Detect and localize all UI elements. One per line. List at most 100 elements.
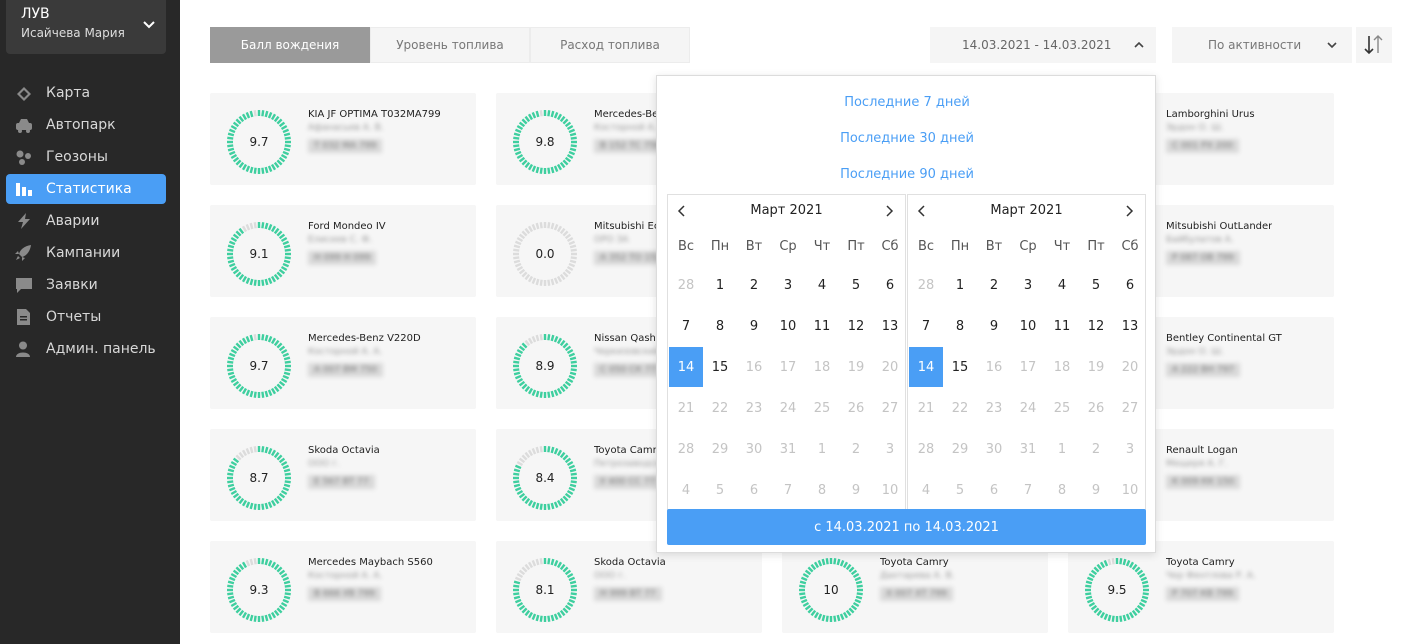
day-cell[interactable]: 22: [703, 388, 737, 428]
day-cell[interactable]: 5: [839, 265, 873, 305]
vehicle-card[interactable]: 9.5 Toyota Camry Чер Фентлова Р. А. Р 707 К…: [1068, 541, 1334, 633]
day-cell[interactable]: 4: [805, 265, 839, 305]
sidebar-item[interactable]: Отчеты: [6, 302, 166, 332]
day-cell[interactable]: 8: [1045, 470, 1079, 510]
day-cell[interactable]: 15: [943, 347, 977, 387]
day-cell[interactable]: 5: [703, 470, 737, 510]
vehicle-card[interactable]: 9.1 Ford Mondeo IV Елисеев С. Ф. Н 099 Н 09…: [210, 205, 476, 297]
day-cell[interactable]: 2: [839, 429, 873, 469]
day-cell[interactable]: 24: [1011, 388, 1045, 428]
sidebar-item[interactable]: Админ. панель: [6, 334, 166, 364]
day-cell[interactable]: 23: [977, 388, 1011, 428]
day-cell[interactable]: 10: [873, 470, 907, 510]
day-cell[interactable]: 13: [873, 306, 907, 346]
sidebar-item[interactable]: Карта: [6, 78, 166, 108]
day-cell[interactable]: 15: [703, 347, 737, 387]
day-cell[interactable]: 1: [1045, 429, 1079, 469]
day-cell[interactable]: 5: [1079, 265, 1113, 305]
day-cell[interactable]: 5: [943, 470, 977, 510]
chevron-left-icon[interactable]: [676, 204, 688, 218]
day-cell[interactable]: 4: [909, 470, 943, 510]
day-cell[interactable]: 18: [805, 347, 839, 387]
day-cell[interactable]: 4: [1045, 265, 1079, 305]
day-cell[interactable]: 1: [943, 265, 977, 305]
day-cell[interactable]: 9: [977, 306, 1011, 346]
vehicle-card[interactable]: 9.7 KIA JF OPTIMA T032MA799 Афанасьев А. В…: [210, 93, 476, 185]
day-cell-selected[interactable]: 14: [669, 347, 703, 387]
vehicle-card[interactable]: 8.1 Skoda Octavia ООО г. Н 999 ВТ 77: [496, 541, 762, 633]
day-cell[interactable]: 3: [1011, 265, 1045, 305]
metric-tab[interactable]: Уровень топлива: [370, 27, 530, 63]
day-cell[interactable]: 27: [1113, 388, 1147, 428]
metric-tab[interactable]: Расход топлива: [530, 27, 690, 63]
day-cell[interactable]: 28: [909, 265, 943, 305]
day-cell[interactable]: 30: [737, 429, 771, 469]
day-cell[interactable]: 11: [1045, 306, 1079, 346]
day-cell[interactable]: 8: [805, 470, 839, 510]
day-cell[interactable]: 28: [669, 265, 703, 305]
sidebar-item[interactable]: Аварии: [6, 206, 166, 236]
day-cell-selected[interactable]: 14: [909, 347, 943, 387]
day-cell[interactable]: 17: [1011, 347, 1045, 387]
day-cell[interactable]: 8: [703, 306, 737, 346]
day-cell[interactable]: 21: [909, 388, 943, 428]
day-cell[interactable]: 21: [669, 388, 703, 428]
day-cell[interactable]: 31: [771, 429, 805, 469]
day-cell[interactable]: 29: [703, 429, 737, 469]
day-cell[interactable]: 1: [805, 429, 839, 469]
chevron-left-icon[interactable]: [916, 204, 928, 218]
day-cell[interactable]: 9: [839, 470, 873, 510]
day-cell[interactable]: 6: [1113, 265, 1147, 305]
day-cell[interactable]: 26: [839, 388, 873, 428]
day-cell[interactable]: 27: [873, 388, 907, 428]
day-cell[interactable]: 2: [977, 265, 1011, 305]
day-cell[interactable]: 7: [1011, 470, 1045, 510]
sidebar-item[interactable]: Кампании: [6, 238, 166, 268]
day-cell[interactable]: 4: [669, 470, 703, 510]
metric-tab[interactable]: Балл вождения: [210, 27, 370, 63]
day-cell[interactable]: 2: [1079, 429, 1113, 469]
day-cell[interactable]: 20: [873, 347, 907, 387]
day-cell[interactable]: 19: [1079, 347, 1113, 387]
day-cell[interactable]: 11: [805, 306, 839, 346]
day-cell[interactable]: 10: [1113, 470, 1147, 510]
day-cell[interactable]: 7: [771, 470, 805, 510]
day-cell[interactable]: 6: [977, 470, 1011, 510]
vehicle-card[interactable]: 10 Toyota Camry Дахтарева А. В. Х 007 ХТ 79…: [782, 541, 1048, 633]
sort-order-button[interactable]: [1356, 27, 1392, 63]
day-cell[interactable]: 9: [737, 306, 771, 346]
day-cell[interactable]: 23: [737, 388, 771, 428]
date-range-select[interactable]: 14.03.2021 - 14.03.2021: [930, 27, 1156, 63]
day-cell[interactable]: 3: [873, 429, 907, 469]
day-cell[interactable]: 18: [1045, 347, 1079, 387]
day-cell[interactable]: 19: [839, 347, 873, 387]
day-cell[interactable]: 17: [771, 347, 805, 387]
day-cell[interactable]: 6: [737, 470, 771, 510]
day-cell[interactable]: 22: [943, 388, 977, 428]
day-cell[interactable]: 3: [771, 265, 805, 305]
day-cell[interactable]: 24: [771, 388, 805, 428]
day-cell[interactable]: 28: [909, 429, 943, 469]
day-cell[interactable]: 29: [943, 429, 977, 469]
day-cell[interactable]: 7: [909, 306, 943, 346]
preset-option[interactable]: Последние 7 дней: [657, 95, 1157, 110]
day-cell[interactable]: 31: [1011, 429, 1045, 469]
day-cell[interactable]: 28: [669, 429, 703, 469]
preset-option[interactable]: Последние 30 дней: [657, 131, 1157, 146]
chevron-right-icon[interactable]: [883, 204, 895, 218]
day-cell[interactable]: 8: [943, 306, 977, 346]
day-cell[interactable]: 12: [839, 306, 873, 346]
vehicle-card[interactable]: 8.7 Skoda Octavia ООО г. Е 567 ВТ 77: [210, 429, 476, 521]
sidebar-item[interactable]: Заявки: [6, 270, 166, 300]
day-cell[interactable]: 3: [1113, 429, 1147, 469]
sidebar-item[interactable]: Статистика: [6, 174, 166, 204]
day-cell[interactable]: 9: [1079, 470, 1113, 510]
day-cell[interactable]: 20: [1113, 347, 1147, 387]
day-cell[interactable]: 1: [703, 265, 737, 305]
day-cell[interactable]: 13: [1113, 306, 1147, 346]
day-cell[interactable]: 25: [805, 388, 839, 428]
sidebar-item[interactable]: Геозоны: [6, 142, 166, 172]
day-cell[interactable]: 10: [1011, 306, 1045, 346]
day-cell[interactable]: 2: [737, 265, 771, 305]
day-cell[interactable]: 10: [771, 306, 805, 346]
